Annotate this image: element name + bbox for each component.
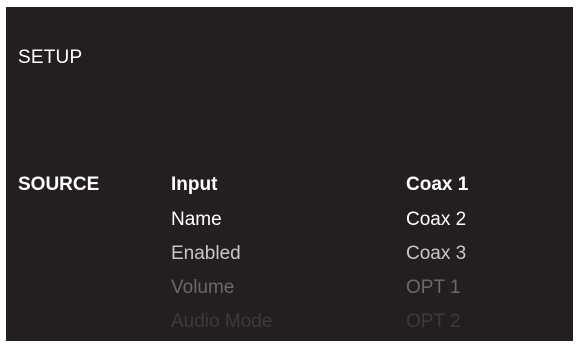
- menu-row-volume[interactable]: Volume OPT 1: [6, 277, 573, 307]
- menu-row-name[interactable]: Name Coax 2: [6, 209, 573, 239]
- param-name[interactable]: Name: [171, 209, 222, 231]
- setup-screen: SETUP SOURCE Input Coax 1 Name Coax 2 En…: [6, 7, 573, 341]
- menu-row-enabled[interactable]: Enabled Coax 3: [6, 243, 573, 273]
- value-coax-3[interactable]: Coax 3: [406, 243, 466, 265]
- menu-row-input[interactable]: Input Coax 1: [6, 174, 573, 204]
- param-enabled[interactable]: Enabled: [171, 243, 241, 265]
- value-coax-1[interactable]: Coax 1: [406, 174, 468, 196]
- value-coax-2[interactable]: Coax 2: [406, 209, 466, 231]
- value-opt-1[interactable]: OPT 1: [406, 277, 461, 299]
- value-opt-2[interactable]: OPT 2: [406, 311, 461, 333]
- param-audio-mode[interactable]: Audio Mode: [171, 311, 272, 333]
- param-input[interactable]: Input: [171, 174, 217, 196]
- menu-row-audio-mode[interactable]: Audio Mode OPT 2: [6, 311, 573, 341]
- param-volume[interactable]: Volume: [171, 277, 234, 299]
- menu-title: SETUP: [18, 47, 83, 68]
